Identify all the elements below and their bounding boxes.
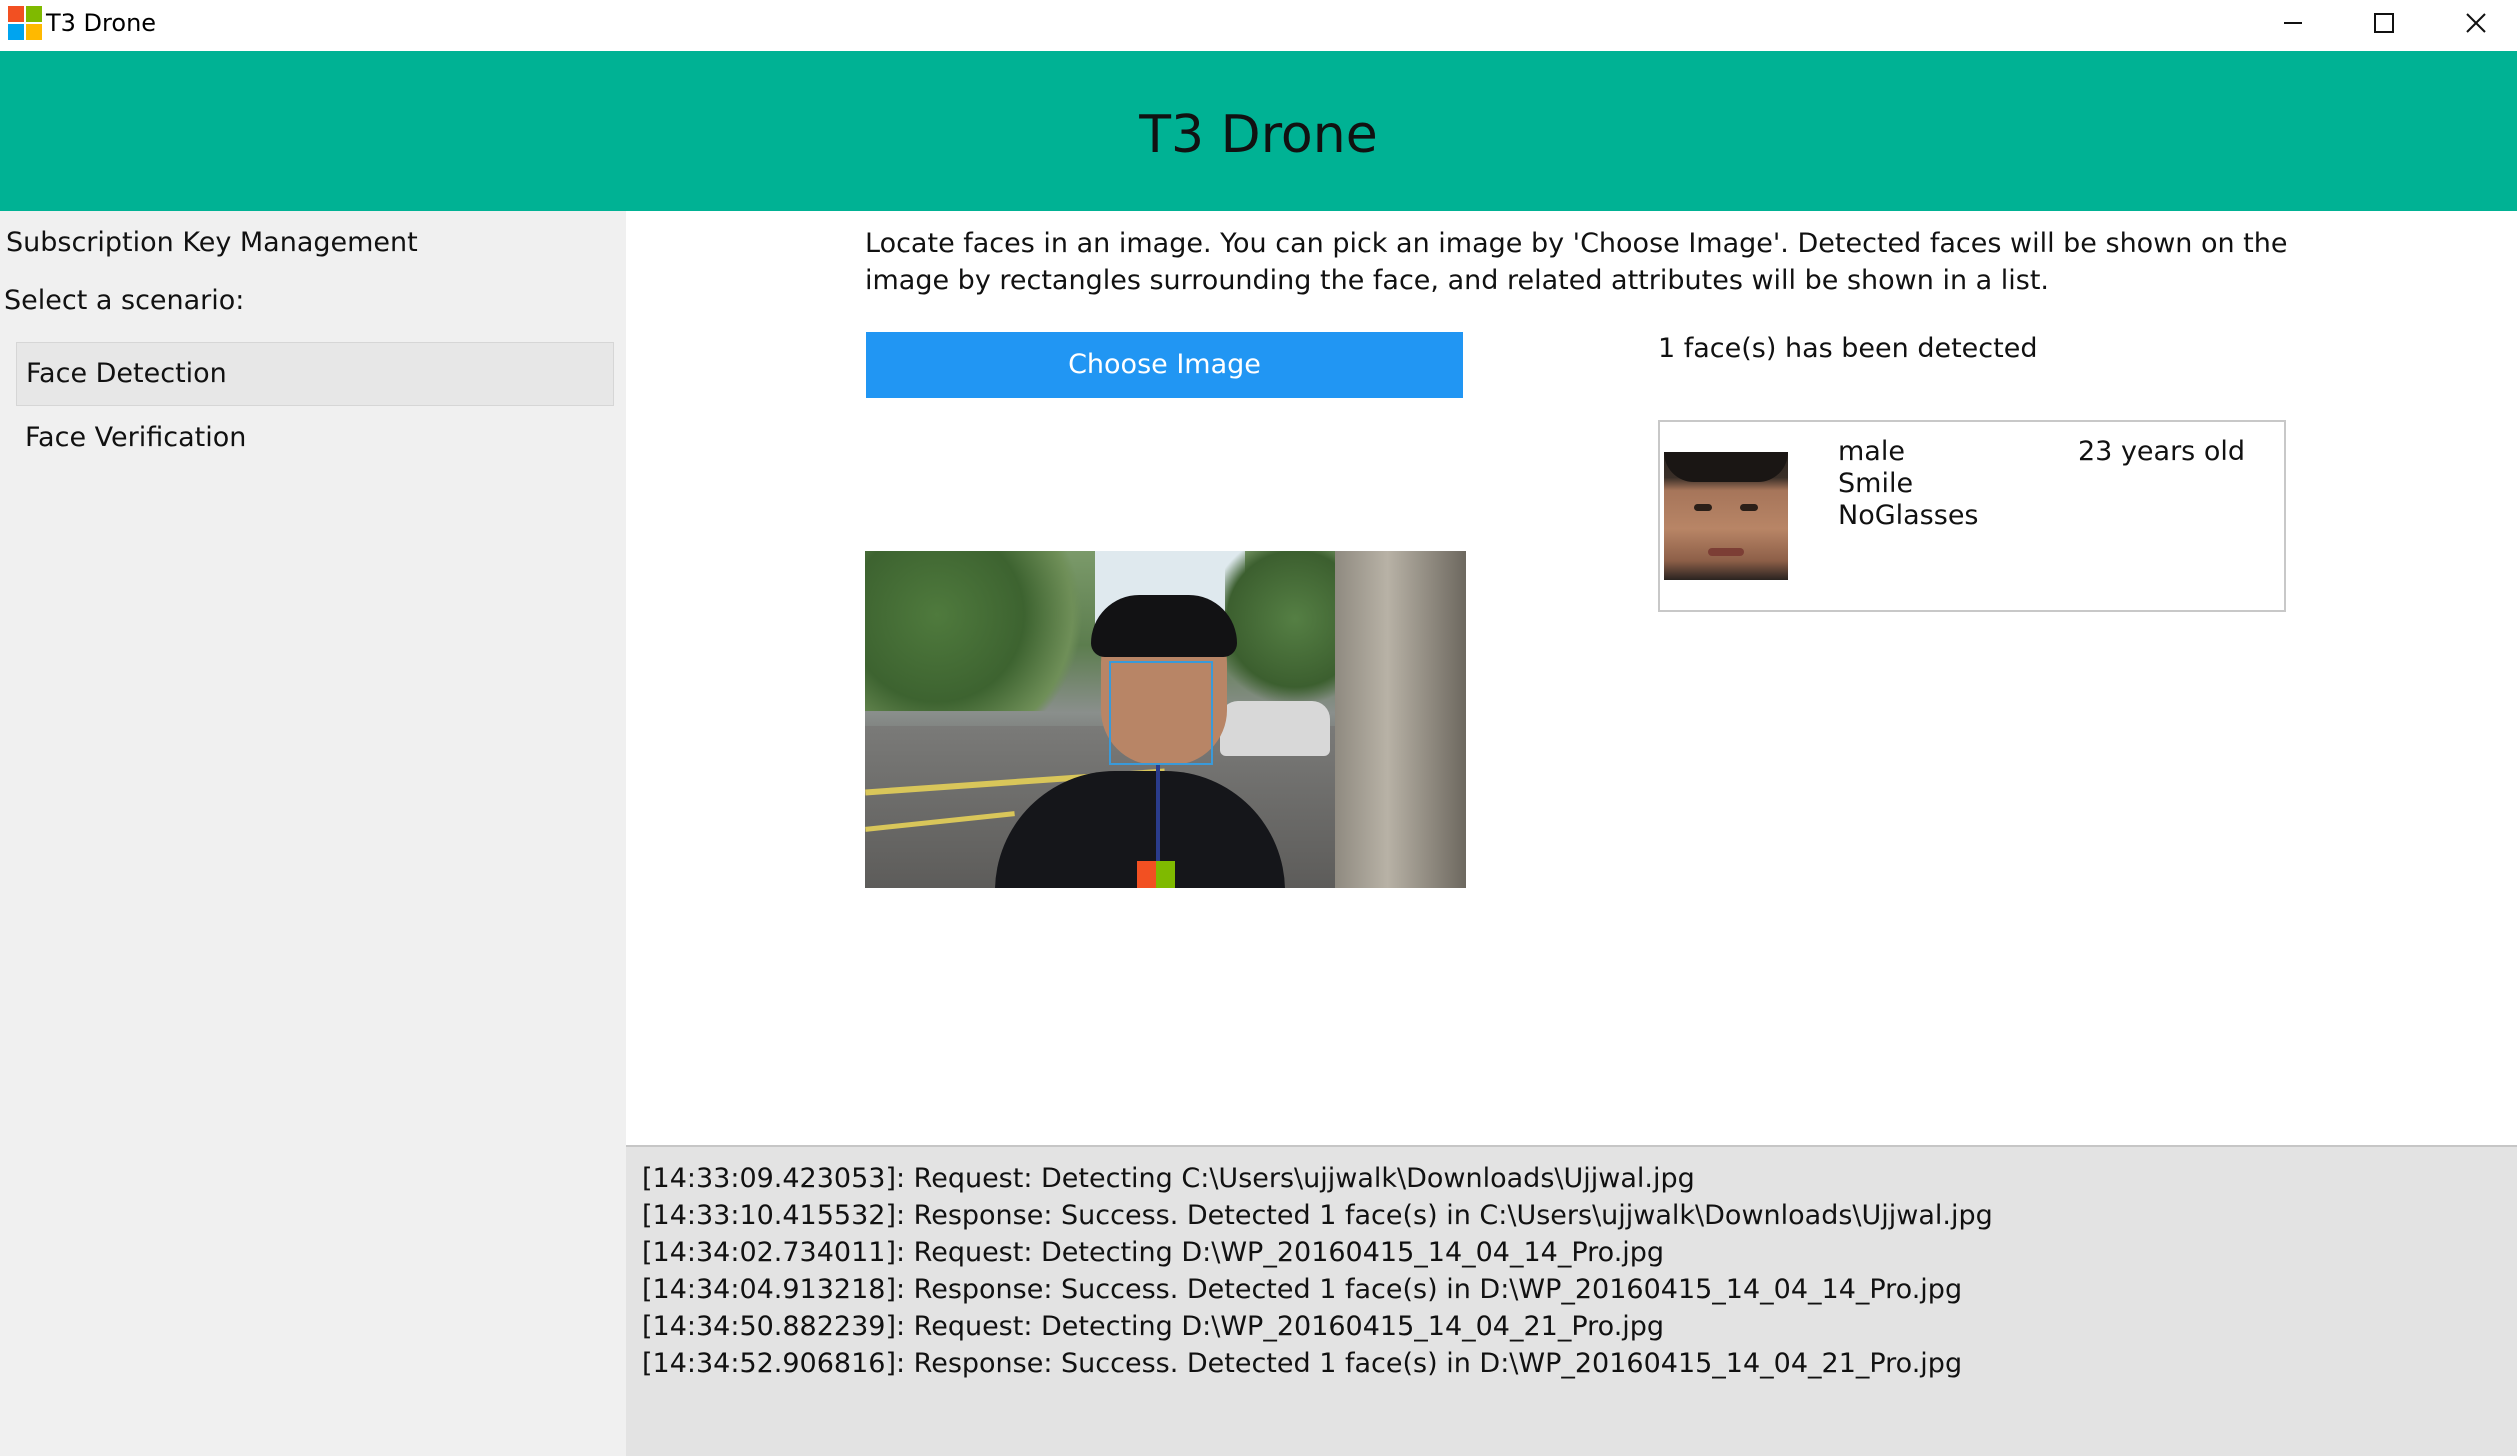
log-line: [14:33:10.415532]: Response: Success. De…: [642, 1200, 1993, 1231]
log-line: [14:33:09.423053]: Request: Detecting C:…: [642, 1163, 1695, 1194]
log-line: [14:34:04.913218]: Response: Success. De…: [642, 1274, 1963, 1305]
face-age: 23 years old: [2078, 436, 2245, 467]
log-line: [14:34:50.882239]: Request: Detecting D:…: [642, 1311, 1665, 1342]
sidebar-item-label: Face Verification: [25, 422, 247, 453]
log-line: [14:34:02.734011]: Request: Detecting D:…: [642, 1237, 1665, 1268]
minimize-icon: [2284, 22, 2302, 24]
title-bar: T3 Drone: [0, 0, 2517, 51]
face-thumbnail: [1664, 452, 1788, 580]
sidebar: Subscription Key Management Select a sce…: [0, 211, 626, 1456]
choose-image-button[interactable]: Choose Image: [866, 332, 1463, 398]
main-panel: Locate faces in an image. You can pick a…: [626, 211, 2517, 1145]
close-button[interactable]: [2430, 0, 2517, 46]
page-title: T3 Drone: [1139, 105, 1378, 165]
scenario-label: Select a scenario:: [4, 285, 245, 316]
face-gender: male: [1838, 436, 1905, 467]
sidebar-item-face-detection[interactable]: Face Detection: [16, 342, 614, 406]
scenario-description: Locate faces in an image. You can pick a…: [865, 228, 2288, 296]
app-logo-icon: [8, 6, 42, 40]
face-expression: Smile: [1838, 468, 1914, 499]
sidebar-item-label: Face Detection: [26, 358, 227, 389]
selected-image: [865, 551, 1466, 888]
window-title: T3 Drone: [46, 9, 157, 37]
log-line: [14:34:52.906816]: Response: Success. De…: [642, 1348, 1963, 1379]
detected-count-text: 1 face(s) has been detected: [1658, 333, 2038, 364]
sidebar-item-face-verification[interactable]: Face Verification: [16, 407, 614, 471]
minimize-button[interactable]: [2247, 0, 2339, 46]
header-banner: T3 Drone: [0, 51, 2517, 211]
face-bounding-box: [1109, 661, 1213, 765]
maximize-button[interactable]: [2338, 0, 2430, 46]
face-glasses: NoGlasses: [1838, 500, 1979, 531]
face-result-card: male 23 years old Smile NoGlasses: [1658, 420, 2286, 612]
maximize-icon: [2374, 13, 2394, 33]
close-icon: [2466, 13, 2486, 33]
log-panel[interactable]: [14:33:09.423053]: Request: Detecting C:…: [626, 1145, 2517, 1456]
subscription-key-link[interactable]: Subscription Key Management: [6, 225, 418, 261]
